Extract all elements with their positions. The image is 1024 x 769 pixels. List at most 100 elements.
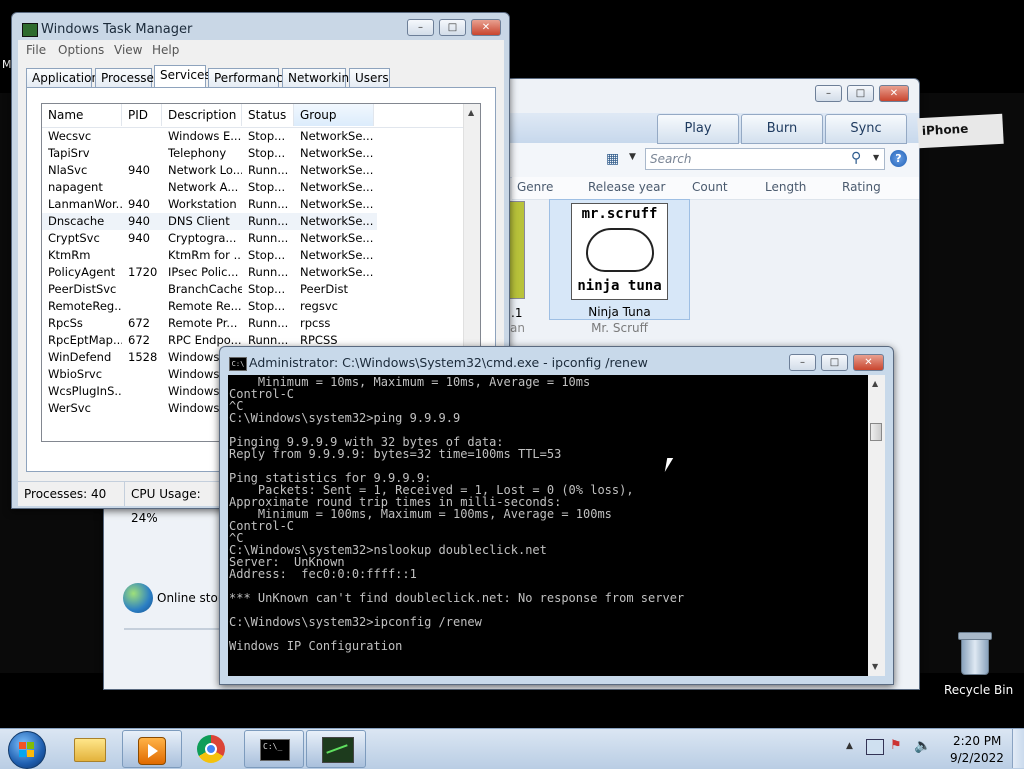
cell-description: Cryptogra... [168,231,237,245]
column-header-group[interactable]: Group [294,104,374,126]
taskbar-task-manager-button[interactable] [306,730,366,768]
search-input[interactable]: Search ⚲ ▼ [645,148,885,170]
menu-help[interactable]: Help [152,43,179,57]
chrome-icon [197,735,225,763]
partial-album-cover[interactable] [508,201,525,299]
sort-ascending-icon: ˆ [330,103,334,110]
console-scrollbar[interactable]: ▲ ▼ [868,375,885,676]
tab-services[interactable]: Services [154,65,211,88]
cell-name: PolicyAgent [48,265,116,279]
cmd-window[interactable]: C:\ Administrator: C:\Windows\System32\c… [219,346,894,685]
help-icon[interactable]: ? [890,150,907,167]
column-header-description[interactable]: Description [162,104,242,126]
recycle-bin-icon[interactable] [956,632,992,676]
console-line: Windows IP Configuration [229,639,403,653]
tm-maximize-button[interactable]: □ [439,19,466,36]
burn-tab-button[interactable]: Burn [741,114,823,144]
task-manager-icon [22,23,38,37]
column-header-count[interactable]: Count [692,180,728,194]
cell-description: BranchCache [168,282,242,296]
album-cover-art: mr.scruff ninja tuna [571,203,668,300]
tab-users[interactable]: Users [349,68,390,88]
table-row[interactable]: NlaSvc 940 Network Lo... Runn... NetworkSe..… [42,162,377,179]
tab-networking[interactable]: Networking [282,68,357,88]
recycle-bin-label[interactable]: Recycle Bin [944,683,1013,697]
tm-minimize-button[interactable]: – [407,19,434,36]
table-row[interactable]: KtmRm KtmRm for ... Stop... NetworkSe... [42,247,377,264]
start-button[interactable] [8,731,46,769]
menu-options[interactable]: Options [58,43,104,57]
cell-status: Stop... [248,282,286,296]
volume-tray-icon[interactable]: 🔈 [914,738,931,754]
column-header-genre[interactable]: Genre [517,180,553,194]
online-store-globe-icon[interactable] [123,583,153,613]
view-options-icon[interactable]: ▦ [606,151,622,167]
show-hidden-icons-chevron-icon[interactable]: ▲ [846,741,853,751]
cmd-close-button[interactable]: ✕ [853,354,884,371]
console-output[interactable]: Minimum = 10ms, Maximum = 10ms, Average … [228,375,868,676]
tm-close-button[interactable]: ✕ [471,19,501,36]
tab-performance[interactable]: Performance [208,68,290,88]
services-header: Name PID Description Status Group ˆ [42,104,480,128]
table-row[interactable]: TapiSrv Telephony Stop... NetworkSe... [42,145,377,162]
search-icon[interactable]: ⚲ [851,150,861,166]
show-desktop-button[interactable] [1012,729,1024,768]
column-header-release-year[interactable]: Release year [588,180,665,194]
table-row[interactable]: CryptSvc 940 Cryptogra... Runn... NetworkSe.… [42,230,377,247]
partial-album-artist: an [510,321,525,335]
wmp-close-button[interactable]: ✕ [879,85,909,102]
search-dropdown-chevron-icon[interactable]: ▼ [873,153,879,162]
table-row[interactable]: RemoteReg... Remote Re... Stop... regsvc [42,298,377,315]
partial-album-title: .1 [511,306,523,320]
column-header-name[interactable]: Name [42,104,122,126]
column-header-rating[interactable]: Rating [842,180,881,194]
cell-pid: 940 [128,214,150,228]
column-header-status[interactable]: Status [242,104,294,126]
taskbar-explorer-button[interactable] [60,730,120,768]
cell-name: KtmRm [48,248,91,262]
status-processes: Processes: 40 [18,482,125,506]
table-row[interactable]: PolicyAgent 1720 IPsec Polic... Runn... Netw… [42,264,377,281]
wmp-minimize-button[interactable]: – [815,85,842,102]
album-artist: Mr. Scruff [591,321,648,335]
table-row[interactable]: RpcSs 672 Remote Pr... Runn... rpcss [42,315,377,332]
cell-group: PeerDist [300,282,348,296]
cell-name: LanmanWor... [48,197,122,211]
cell-status: Runn... [248,316,289,330]
wmp-maximize-button[interactable]: □ [847,85,874,102]
console-scroll-up-icon[interactable]: ▲ [872,379,878,388]
menu-view[interactable]: View [114,43,142,57]
network-tray-icon[interactable] [866,739,884,755]
album-tile-ninja-tuna[interactable]: mr.scruff ninja tuna [549,199,690,320]
column-header-length[interactable]: Length [765,180,806,194]
table-row[interactable]: napagent Network A... Stop... NetworkSe... [42,179,377,196]
cmd-maximize-button[interactable]: □ [821,354,848,371]
cell-description: Network Lo... [168,163,242,177]
action-center-flag-icon[interactable]: ⚑ [890,739,904,753]
view-options-chevron-icon[interactable]: ▼ [629,152,636,162]
cell-group: NetworkSe... [300,248,374,262]
clock-time[interactable]: 2:20 PM [953,734,1001,748]
column-header-pid[interactable]: PID [122,104,162,126]
cell-status: Stop... [248,129,286,143]
play-tab-button[interactable]: Play [657,114,739,144]
tab-applications[interactable]: Applications [26,68,105,88]
menu-file[interactable]: File [26,43,46,57]
table-row[interactable]: Wecsvc Windows E... Stop... NetworkSe... [42,128,377,145]
cell-status: Runn... [248,265,289,279]
tab-processes[interactable]: Processes [95,68,160,88]
console-scroll-thumb[interactable] [870,423,882,441]
table-row[interactable]: Dnscache 940 DNS Client Runn... NetworkSe... [42,213,377,230]
console-scroll-down-icon[interactable]: ▼ [872,662,878,671]
scroll-up-arrow-icon[interactable]: ▲ [468,108,474,117]
taskbar-chrome-button[interactable] [182,730,242,768]
cell-group: rpcss [300,316,331,330]
cell-status: Stop... [248,299,286,313]
taskbar-media-player-button[interactable] [122,730,182,768]
table-row[interactable]: LanmanWor... 940 Workstation Runn... Network… [42,196,377,213]
table-row[interactable]: PeerDistSvc BranchCache Stop... PeerDist [42,281,377,298]
cmd-minimize-button[interactable]: – [789,354,816,371]
clock-date[interactable]: 9/2/2022 [950,751,1004,765]
sync-tab-button[interactable]: Sync [825,114,907,144]
taskbar-cmd-button[interactable]: C:\_ [244,730,304,768]
